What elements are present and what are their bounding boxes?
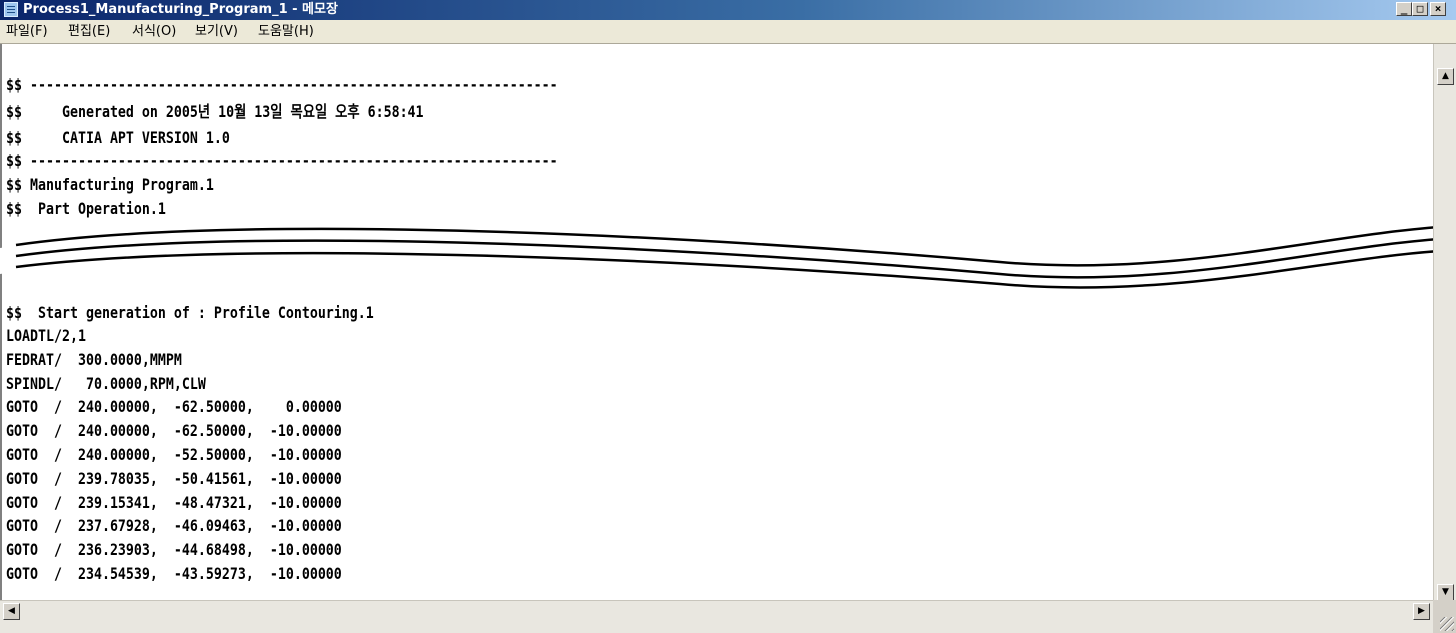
maximize-button[interactable]: □	[1412, 2, 1428, 16]
text-line: $$ Start generation of : Profile Contour…	[6, 303, 374, 322]
text-line: LOADTL/2,1	[6, 326, 86, 345]
text-line: GOTO / 239.15341, -48.47321, -10.00000	[6, 493, 342, 512]
title-bar: Process1_Manufacturing_Program_1 - 메모장 _…	[0, 0, 1456, 20]
text-line: $$ Manufacturing Program.1	[6, 175, 214, 194]
menu-file[interactable]: 파일(F)	[6, 23, 48, 40]
menu-edit[interactable]: 편집(E)	[68, 23, 110, 40]
resize-grip[interactable]	[1433, 600, 1456, 633]
text-line: $$ -------------------------------------…	[6, 151, 558, 170]
text-line: GOTO / 240.00000, -62.50000, -10.00000	[6, 421, 342, 440]
menu-bar: 파일(F) 편집(E) 서식(O) 보기(V) 도움말(H)	[0, 20, 1456, 44]
notepad-icon	[4, 2, 18, 17]
menu-format[interactable]: 서식(O)	[132, 23, 176, 40]
window-title: Process1_Manufacturing_Program_1 - 메모장	[23, 2, 338, 17]
text-line: FEDRAT/ 300.0000,MMPM	[6, 350, 182, 369]
text-line: SPINDL/ 70.0000,RPM,CLW	[6, 374, 206, 393]
text-line: GOTO / 239.78035, -50.41561, -10.00000	[6, 469, 342, 488]
text-line: $$ CATIA APT VERSION 1.0	[6, 128, 230, 147]
text-line: GOTO / 240.00000, -62.50000, 0.00000	[6, 397, 342, 416]
vertical-scrollbar[interactable]: ▲ ▼	[1433, 44, 1456, 601]
text-line: $$ Generated on 2005년 10월 13일 목요일 오후 6:5…	[6, 102, 424, 121]
text-line: GOTO / 236.23903, -44.68498, -10.00000	[6, 540, 342, 559]
minimize-button[interactable]: _	[1396, 2, 1412, 16]
close-button[interactable]: ×	[1430, 2, 1446, 16]
scroll-down-button[interactable]: ▼	[1437, 584, 1454, 601]
text-line: $$ Part Operation.1	[6, 199, 166, 218]
menu-view[interactable]: 보기(V)	[195, 23, 238, 40]
content-break-separator	[0, 224, 1456, 294]
scroll-left-button[interactable]: ◀	[3, 603, 20, 620]
menu-help[interactable]: 도움말(H)	[258, 23, 314, 40]
horizontal-scrollbar[interactable]: ◀ ▶	[0, 600, 1433, 633]
text-line: GOTO / 240.00000, -52.50000, -10.00000	[6, 445, 342, 464]
text-line: $$ -------------------------------------…	[6, 75, 558, 94]
text-editor[interactable]: $$ -------------------------------------…	[0, 44, 1433, 600]
text-line: GOTO / 237.67928, -46.09463, -10.00000	[6, 516, 342, 535]
scroll-right-button[interactable]: ▶	[1413, 603, 1430, 620]
scroll-up-button[interactable]: ▲	[1437, 68, 1454, 85]
text-line: GOTO / 234.54539, -43.59273, -10.00000	[6, 564, 342, 583]
